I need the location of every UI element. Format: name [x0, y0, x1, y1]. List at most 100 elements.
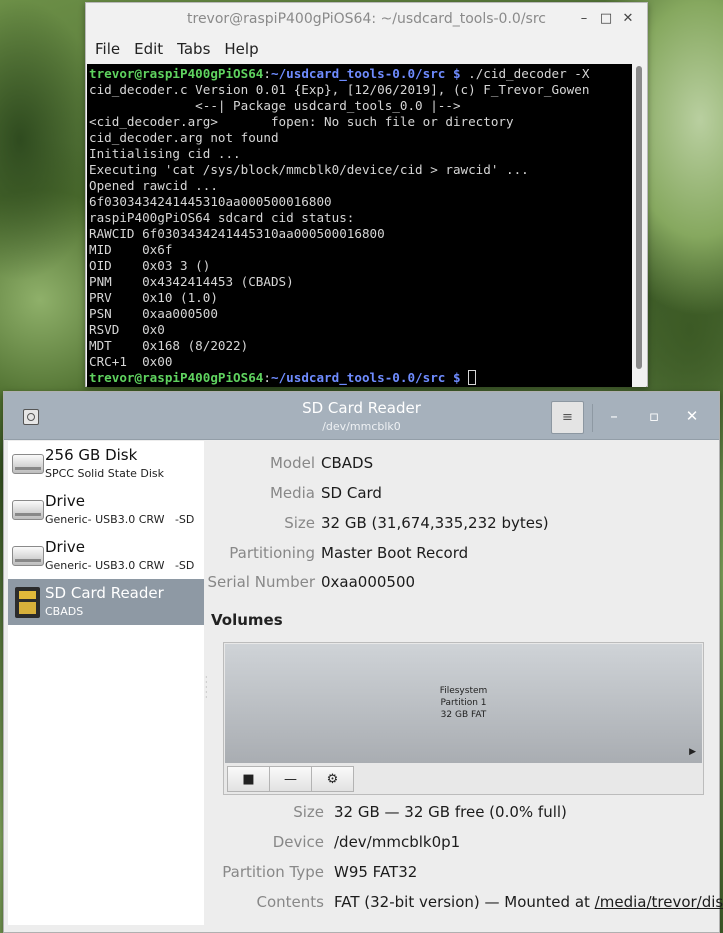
terminal-title: trevor@raspiP400gPiOS64: ~/usdcard_tools…	[187, 11, 546, 27]
disks-window: SD Card Reader /dev/mmcblk0 ≡ – ▫ ✕ 256 …	[3, 391, 723, 933]
terminal-output[interactable]: trevor@raspiP400gPiOS64:~/usdcard_tools-…	[87, 64, 633, 387]
detail-model: Model CBADS	[208, 454, 708, 474]
prompt-separator: :	[263, 66, 271, 81]
prompt-line: trevor@raspiP400gPiOS64:~/usdcard_tools-…	[89, 370, 633, 386]
text-cursor	[468, 370, 477, 385]
close-button[interactable]: ✕	[617, 3, 639, 35]
partition-label-line: Filesystem	[439, 686, 488, 696]
unmount-button[interactable]: ■	[227, 766, 270, 792]
output-line: PSN 0xaa000500	[89, 306, 218, 321]
detail-value: W95 FAT32	[334, 863, 418, 881]
output-line: MDT 0x168 (8/2022)	[89, 338, 249, 353]
detail-label: Partition Type	[222, 863, 324, 881]
prompt-separator: :	[263, 370, 271, 385]
terminal-window: trevor@raspiP400gPiOS64: ~/usdcard_tools…	[85, 2, 648, 387]
detail-size: Size 32 GB (31,674,335,232 bytes)	[208, 514, 708, 534]
scrollbar-thumb[interactable]	[636, 66, 642, 369]
terminal-menubar: File Edit Tabs Help	[86, 35, 647, 63]
command-text: ./cid_decoder -X	[460, 66, 590, 81]
drive-icon	[12, 500, 44, 520]
output-line: <cid_decoder.arg> fopen: No such file or…	[89, 114, 514, 129]
detail-value: 32 GB — 32 GB free (0.0% full)	[334, 803, 567, 821]
close-button[interactable]: ✕	[681, 405, 703, 427]
drive-item-sd-card[interactable]: SD Card Reader CBADS	[8, 579, 204, 625]
detail-value: CBADS	[321, 454, 374, 472]
detail-label: Partitioning	[229, 544, 315, 562]
detail-value: Master Boot Record	[321, 544, 469, 562]
header-separator	[592, 404, 593, 432]
drive-item-usb-2[interactable]: Drive Generic- USB3.0 CRW -SD	[8, 533, 204, 579]
output-line: MID 0x6f	[89, 242, 173, 257]
drive-name: Drive	[45, 538, 85, 556]
menu-button[interactable]: ≡	[551, 401, 584, 434]
output-line: Executing 'cat /sys/block/mmcblk0/device…	[89, 162, 529, 177]
volume-map: Filesystem Partition 1 32 GB FAT ▶ ■ — ⚙	[223, 642, 704, 795]
detail-value: 32 GB (31,674,335,232 bytes)	[321, 514, 549, 532]
drive-description: Generic- USB3.0 CRW -SD	[45, 513, 195, 526]
drive-item-usb-1[interactable]: Drive Generic- USB3.0 CRW -SD	[8, 487, 204, 533]
output-line: RAWCID 6f0303434241445310aa000500016800	[89, 226, 385, 241]
output-line: PNM 0x4342414453 (CBADS)	[89, 274, 294, 289]
drive-name: SD Card Reader	[45, 584, 164, 602]
detail-serial-number: Serial Number 0xaa000500	[208, 573, 708, 593]
volumes-heading: Volumes	[211, 611, 283, 629]
partition-label: Filesystem Partition 1 32 GB FAT	[225, 685, 702, 721]
partition-label-line: 32 GB FAT	[440, 710, 487, 720]
maximize-button[interactable]: □	[595, 3, 617, 35]
partition-settings-button[interactable]: ⚙	[311, 766, 354, 792]
terminal-scrollbar[interactable]	[632, 64, 646, 387]
minimize-button[interactable]: –	[573, 3, 595, 35]
volume-contents: Contents FAT (32-bit version) — Mounted …	[208, 893, 723, 913]
drive-name: Drive	[45, 492, 85, 510]
drive-name: 256 GB Disk	[45, 446, 138, 464]
menu-tabs[interactable]: Tabs	[177, 40, 216, 58]
prompt-user: trevor@raspiP400gPiOS64	[89, 370, 264, 385]
prompt-user: trevor@raspiP400gPiOS64	[89, 66, 264, 81]
maximize-button[interactable]: ▫	[643, 405, 665, 427]
volume-toolbar: ■ — ⚙	[227, 766, 354, 792]
play-arrow-icon: ▶	[689, 747, 696, 757]
prompt-line: trevor@raspiP400gPiOS64:~/usdcard_tools-…	[89, 66, 633, 82]
prompt-path: ~/usdcard_tools-0.0/src $	[270, 370, 461, 385]
sd-card-icon	[15, 587, 40, 618]
delete-partition-button[interactable]: —	[269, 766, 312, 792]
drive-description: Generic- USB3.0 CRW -SD	[45, 559, 195, 572]
detail-value: /dev/mmcblk0p1	[334, 833, 461, 851]
mount-point-link[interactable]: /media/trevor/disk	[595, 893, 723, 911]
drive-details-panel: Model CBADS Media SD Card Size 32 GB (31…	[208, 441, 723, 932]
terminal-titlebar[interactable]: trevor@raspiP400gPiOS64: ~/usdcard_tools…	[86, 3, 647, 35]
output-line: Initialising cid ...	[89, 146, 241, 161]
detail-label: Serial Number	[207, 573, 315, 591]
contents-text: FAT (32-bit version) — Mounted at	[334, 893, 595, 911]
menu-help[interactable]: Help	[224, 40, 264, 58]
volume-size: Size 32 GB — 32 GB free (0.0% full)	[208, 803, 713, 823]
menu-file[interactable]: File	[95, 40, 126, 58]
volume-partition-type: Partition Type W95 FAT32	[208, 863, 713, 883]
detail-value: 0xaa000500	[321, 573, 416, 591]
output-line: cid_decoder.c Version 0.01 {Exp}, [12/06…	[89, 82, 590, 97]
output-line: RSVD 0x0	[89, 322, 165, 337]
prompt-path: ~/usdcard_tools-0.0/src $	[270, 66, 461, 81]
disks-headerbar[interactable]: SD Card Reader /dev/mmcblk0 ≡ – ▫ ✕	[4, 392, 719, 440]
drive-icon	[12, 454, 44, 474]
output-line: Opened rawcid ...	[89, 178, 218, 193]
output-line: PRV 0x10 (1.0)	[89, 290, 218, 305]
output-line: OID 0x03 3 ()	[89, 258, 211, 273]
minimize-button[interactable]: –	[603, 405, 625, 427]
detail-value: FAT (32-bit version) — Mounted at /media…	[334, 893, 723, 911]
detail-label: Media	[269, 484, 315, 502]
drive-description: SPCC Solid State Disk	[45, 467, 165, 480]
detail-label: Size	[293, 803, 324, 821]
output-lines: cid_decoder.c Version 0.01 {Exp}, [12/06…	[89, 82, 633, 370]
volume-device: Device /dev/mmcblk0p1	[208, 833, 713, 853]
menu-edit[interactable]: Edit	[134, 40, 169, 58]
detail-label: Contents	[256, 893, 324, 911]
detail-partitioning: Partitioning Master Boot Record	[208, 544, 708, 564]
partition-1-block[interactable]: Filesystem Partition 1 32 GB FAT ▶	[225, 644, 702, 763]
drive-list: 256 GB Disk SPCC Solid State Disk Drive …	[8, 441, 204, 925]
detail-label: Size	[284, 514, 315, 532]
detail-label: Device	[272, 833, 324, 851]
drive-item-ssd[interactable]: 256 GB Disk SPCC Solid State Disk	[8, 441, 204, 487]
drive-icon	[12, 546, 44, 566]
detail-label: Model	[269, 454, 315, 472]
